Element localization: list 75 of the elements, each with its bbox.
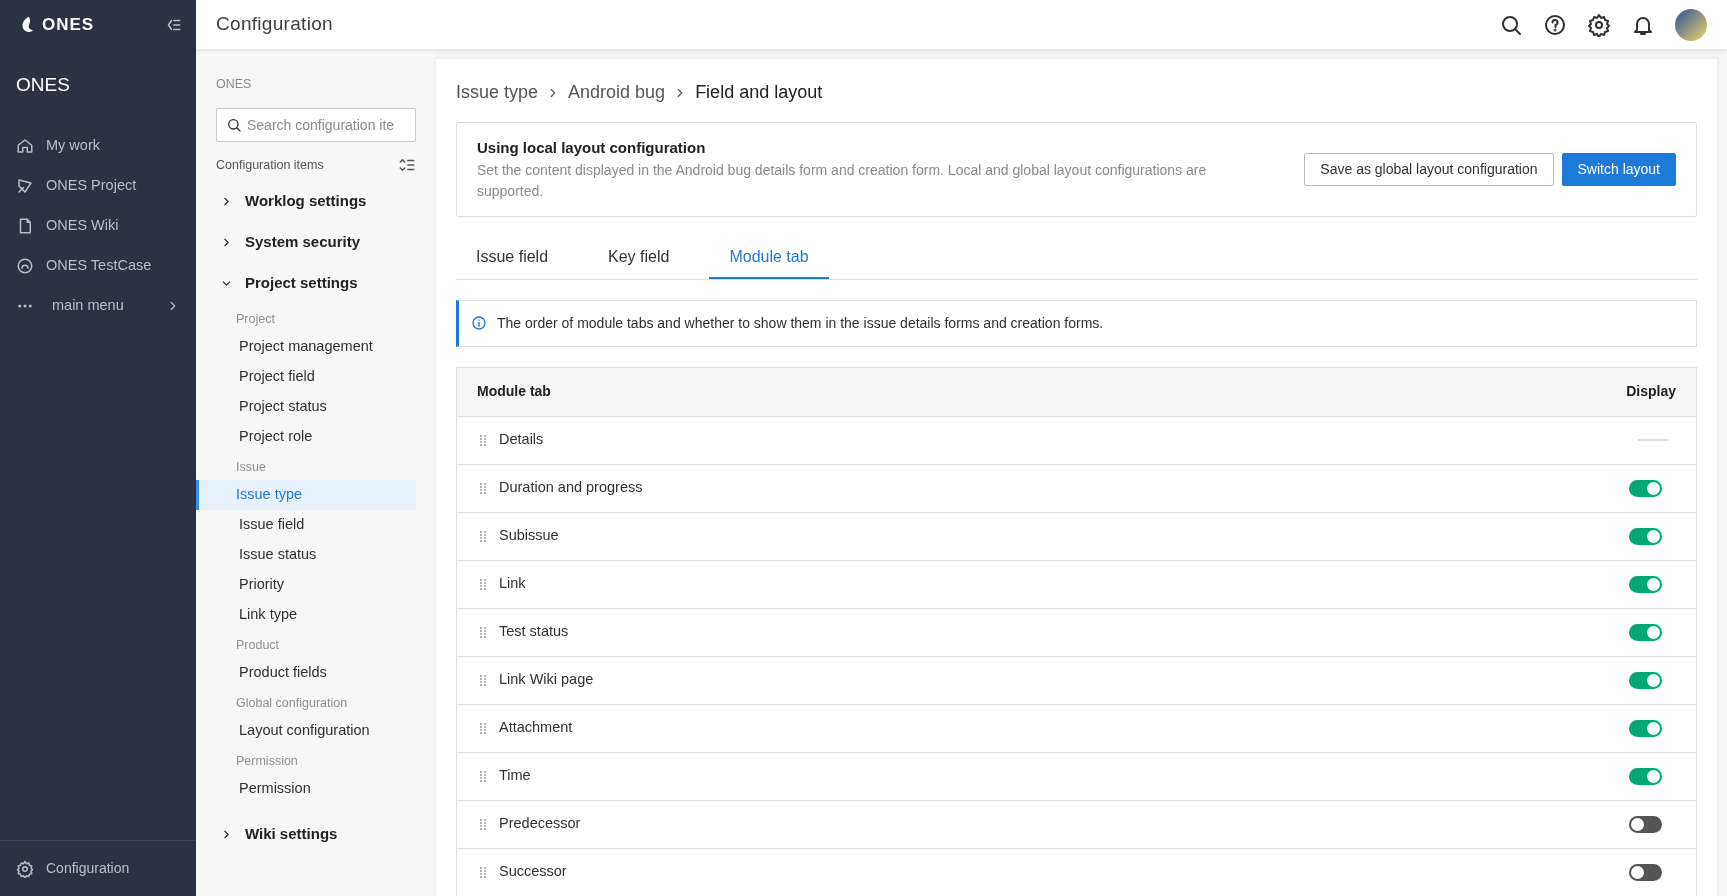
nav-item[interactable]: Issue field: [196, 509, 416, 540]
nav-item[interactable]: Issue type: [196, 479, 416, 510]
column-header: Module tab: [477, 382, 551, 401]
column-header: Display: [1626, 382, 1676, 401]
breadcrumb-item[interactable]: Android bug: [568, 79, 666, 106]
sidebar-item[interactable]: main menu: [0, 285, 196, 326]
workspace-name: ONES: [15, 73, 71, 97]
nav-item[interactable]: Permission: [196, 773, 416, 804]
table-cell-text: Successor: [499, 862, 567, 882]
table-cell-text: Predecessor: [499, 814, 581, 834]
switch-layout-button[interactable]: Switch layout: [1561, 152, 1676, 186]
section-heading: Configuration items: [216, 156, 324, 174]
toggle-switch[interactable]: [1629, 719, 1662, 737]
table-cell-text: Link Wiki page: [499, 670, 594, 690]
nav-group-label: Project: [235, 310, 276, 328]
nav-item[interactable]: Project role: [196, 421, 416, 452]
dots-icon: [16, 302, 34, 309]
sidebar-item[interactable]: ONES Project: [0, 165, 196, 206]
nav-group-label: Issue: [235, 458, 267, 476]
save-global-layout-button[interactable]: Save as global layout configuration: [1304, 152, 1554, 186]
table-cell-text: Subissue: [499, 526, 559, 546]
table-cell-text: Time: [499, 766, 531, 786]
toggle-switch[interactable]: [1629, 527, 1662, 545]
search-icon: [226, 116, 242, 133]
sidebar-item[interactable]: ONES TestCase: [0, 245, 196, 286]
nav-item[interactable]: Project management: [196, 331, 416, 362]
nav-section[interactable]: Wiki settings: [216, 813, 416, 855]
user-avatar[interactable]: [1675, 8, 1707, 41]
nav-group-label: Permission: [235, 752, 299, 770]
table-cell-text: Duration and progress: [499, 478, 643, 498]
tab[interactable]: Key field: [588, 236, 690, 279]
notice-description: Set the content displayed in the Android bug details form and creation form. Local and global layout configurations are supported.: [477, 160, 1208, 201]
toggle-switch[interactable]: [1629, 767, 1662, 785]
page-title: Configuration: [216, 12, 333, 37]
nav-item[interactable]: Product fields: [196, 657, 416, 688]
nav-group-label: Product: [235, 636, 281, 654]
help-icon[interactable]: [1543, 12, 1567, 37]
dash-mark: [1638, 439, 1668, 441]
table-cell-text: Details: [499, 430, 544, 450]
nav-item[interactable]: Priority: [196, 569, 416, 600]
toggle-switch[interactable]: [1629, 479, 1662, 497]
toggle-switch[interactable]: [1629, 575, 1662, 593]
nav-item[interactable]: Layout configuration: [196, 715, 416, 746]
circle-icon: [16, 256, 34, 275]
info-icon: [471, 315, 487, 331]
nav-item[interactable]: Project field: [196, 361, 416, 392]
nav-section[interactable]: Project settings: [216, 262, 416, 304]
nav-item[interactable]: Project status: [196, 391, 416, 422]
breadcrumb-item[interactable]: Issue type: [456, 79, 539, 106]
toggle-switch[interactable]: [1629, 815, 1662, 833]
info-text: The order of module tabs and whether to show them in the issue details forms and creation forms.: [497, 313, 1104, 333]
flag-icon: [16, 176, 34, 195]
notice-title: Using local layout configuration: [477, 138, 707, 158]
tab[interactable]: Module tab: [709, 236, 829, 279]
nav-group-label: Global configuration: [235, 694, 349, 712]
toggle-switch[interactable]: [1629, 671, 1662, 689]
home-icon: [16, 136, 34, 155]
sidebar-item[interactable]: My work: [0, 125, 196, 166]
settings-icon[interactable]: [1587, 12, 1611, 37]
logo-text: ONES: [42, 13, 95, 36]
search-field[interactable]: Search configuration ite: [216, 107, 416, 142]
table-cell-text: Test status: [499, 622, 569, 642]
nav-section[interactable]: System security: [216, 221, 416, 263]
sidebar-item[interactable]: ONES Wiki: [0, 205, 196, 246]
table-cell-text: Link: [499, 574, 526, 594]
org-label: ONES: [216, 76, 253, 93]
table-cell-text: Attachment: [499, 718, 573, 738]
breadcrumb-item: Field and layout: [695, 81, 823, 104]
nav-item[interactable]: Issue status: [196, 539, 416, 570]
nav-section[interactable]: Worklog settings: [216, 180, 416, 222]
toggle-switch[interactable]: [1629, 623, 1662, 641]
tab[interactable]: Issue field: [456, 236, 569, 279]
nav-item[interactable]: Link type: [196, 599, 416, 630]
gear-icon: [16, 859, 34, 878]
toggle-switch[interactable]: [1629, 863, 1662, 881]
